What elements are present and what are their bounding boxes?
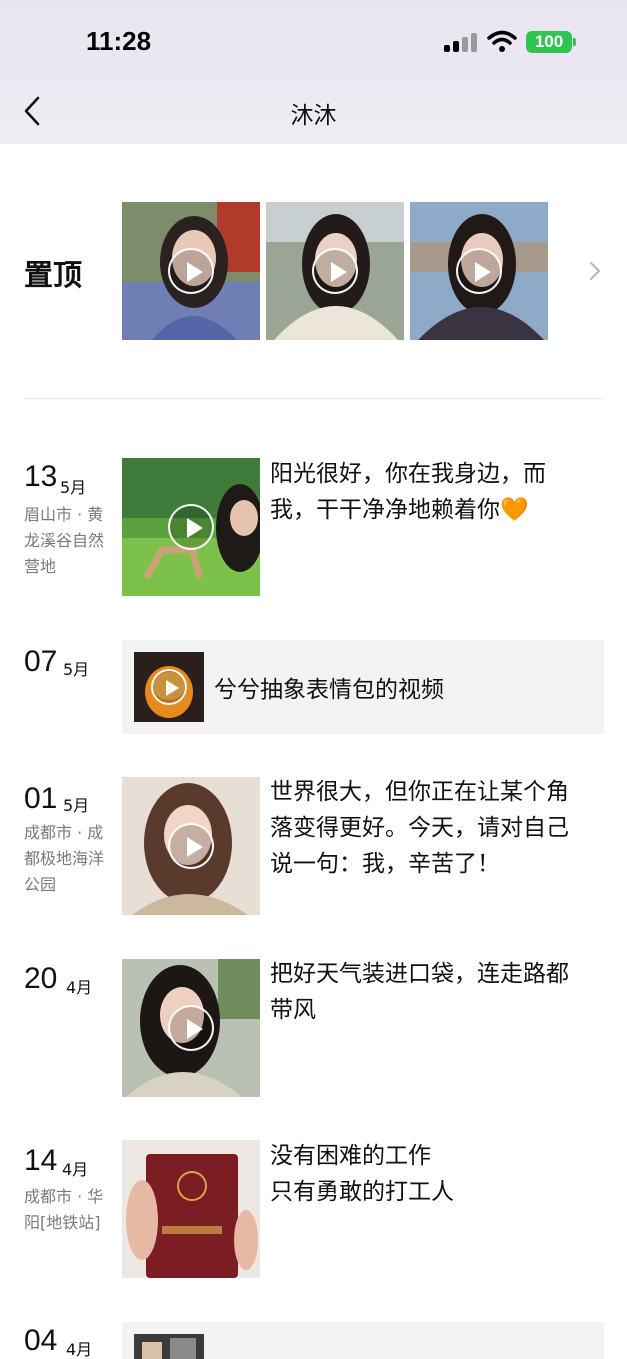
pinned-label: 置顶 xyxy=(24,258,83,292)
shared-video-card[interactable]: 兮兮抽象表情包的视频 xyxy=(122,640,604,734)
post-location[interactable]: 眉山市 · 黄龙溪谷自然营地 xyxy=(24,502,114,580)
post-day: 04 xyxy=(24,1324,58,1357)
play-icon xyxy=(168,248,214,294)
shared-video-card[interactable] xyxy=(122,1322,604,1359)
passport-image xyxy=(122,1140,260,1278)
post-month: 4月 xyxy=(66,978,93,997)
wifi-icon xyxy=(487,30,517,52)
header: 11:28 100 沐沐 xyxy=(0,0,627,144)
play-icon xyxy=(151,669,187,705)
post-video[interactable] xyxy=(122,458,260,596)
play-icon xyxy=(456,248,502,294)
post-location[interactable]: 成都市 · 华阳[地铁站] xyxy=(24,1184,114,1236)
pinned-video-2[interactable] xyxy=(266,202,404,340)
post-text: 把好天气装进口袋，连走路都带风 xyxy=(270,961,569,1023)
page-title: 沐沐 xyxy=(290,103,337,129)
post-image[interactable] xyxy=(122,1140,260,1278)
signal-icon xyxy=(444,32,478,52)
post-month: 4月 xyxy=(66,1340,93,1359)
shared-video-thumbnail xyxy=(134,652,204,722)
shared-video-title: 兮兮抽象表情包的视频 xyxy=(214,677,444,703)
divider xyxy=(24,398,604,399)
battery-tip xyxy=(573,38,576,46)
play-icon xyxy=(168,504,214,550)
post-location[interactable]: 成都市 · 成都极地海洋公园 xyxy=(24,820,114,898)
pinned-video-3[interactable] xyxy=(410,202,548,340)
chevron-right-icon[interactable] xyxy=(586,260,604,282)
shared-video-thumbnail xyxy=(134,1334,204,1359)
post-day: 07 xyxy=(24,645,58,678)
post-text: 阳光很好，你在我身边，而我，干干净净地赖着你🧡 xyxy=(270,461,546,523)
post-day: 13 xyxy=(24,460,58,493)
post-text: 世界很大，但你正在让某个角落变得更好。今天，请对自己说一句：我，辛苦了！ xyxy=(270,779,569,877)
post-video[interactable] xyxy=(122,959,260,1097)
pinned-video-1[interactable] xyxy=(122,202,260,340)
post-day: 20 xyxy=(24,962,58,995)
play-icon xyxy=(312,248,358,294)
play-icon xyxy=(168,823,214,869)
post-text-line-2: 只有勇敢的打工人 xyxy=(270,1179,454,1205)
post-month: 4月 xyxy=(62,1160,89,1179)
post-text-line-1: 没有困难的工作 xyxy=(270,1143,431,1169)
post-month: 5月 xyxy=(63,660,90,679)
play-icon xyxy=(168,1005,214,1051)
post-month: 5月 xyxy=(63,796,90,815)
post-day: 01 xyxy=(24,782,58,815)
post-video[interactable] xyxy=(122,777,260,915)
status-time: 11:28 xyxy=(86,26,152,56)
battery-icon: 100 xyxy=(526,31,572,53)
post-day: 14 xyxy=(24,1144,58,1177)
post-month: 5月 xyxy=(60,478,87,497)
